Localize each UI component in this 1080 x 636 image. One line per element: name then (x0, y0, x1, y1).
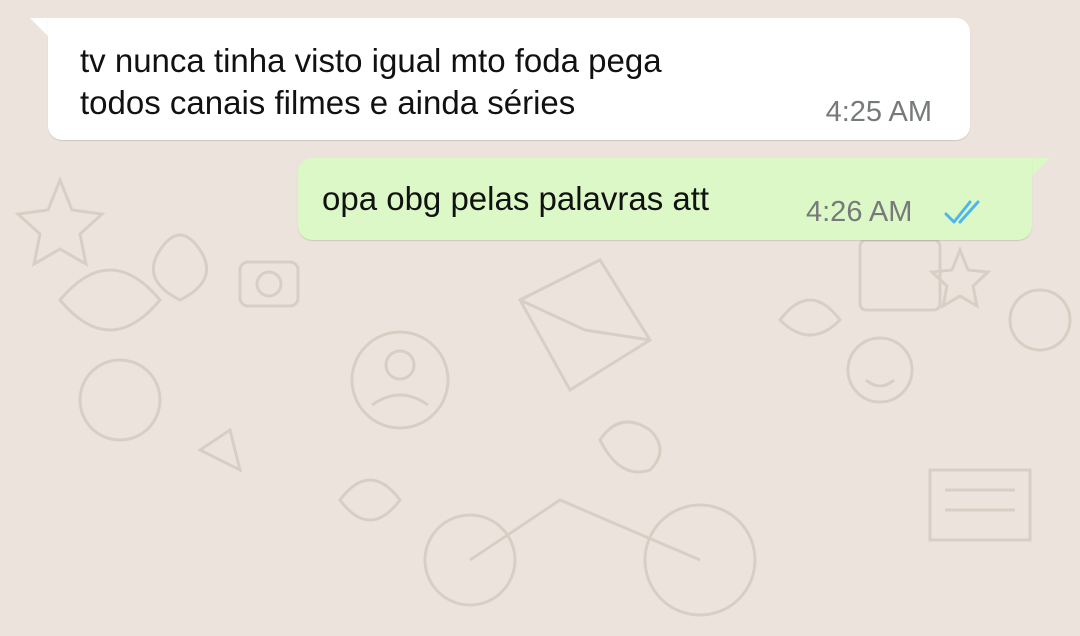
chat-area[interactable]: tv nunca tinha visto igual mto foda pega… (0, 0, 1080, 636)
incoming-message-time: 4:25 AM (825, 96, 932, 128)
outgoing-message-time: 4:26 AM (806, 196, 913, 228)
incoming-message-bubble[interactable]: tv nunca tinha visto igual mto foda pega… (48, 18, 970, 140)
incoming-bubble-tail (30, 18, 50, 38)
incoming-message-text: tv nunca tinha visto igual mto foda pega… (80, 42, 662, 121)
outgoing-message-bubble[interactable]: opa obg pelas palavras att 4:26 AM (298, 158, 1032, 240)
outgoing-message-text: opa obg pelas palavras att (322, 180, 710, 217)
outgoing-bubble-tail (1030, 158, 1050, 178)
double-check-read-icon (944, 200, 980, 224)
